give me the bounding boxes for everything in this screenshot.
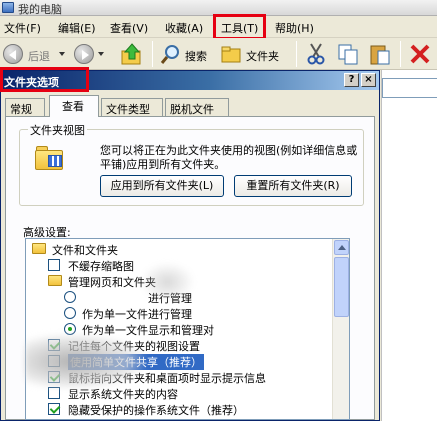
- hide-protected-os-files-checkbox[interactable]: [48, 403, 60, 415]
- folder-icon: [32, 243, 46, 254]
- up-folder-icon: [121, 43, 141, 65]
- menu-favorites[interactable]: 收藏(A): [165, 20, 203, 36]
- apply-to-all-folders-button[interactable]: 应用到所有文件夹(L): [100, 175, 224, 197]
- back-label: 后退: [28, 50, 50, 63]
- back-button[interactable]: 后退: [3, 42, 65, 66]
- menu-help[interactable]: 帮助(H): [275, 20, 314, 36]
- reset-all-folders-button[interactable]: 重置所有文件夹(R): [234, 175, 352, 197]
- delete-button[interactable]: [408, 42, 434, 66]
- folder-view-icon: [35, 146, 65, 170]
- window-title: 我的电脑: [18, 3, 62, 16]
- folder-icon: [48, 275, 62, 286]
- my-computer-icon: [2, 2, 14, 13]
- paste-icon: [370, 45, 390, 65]
- tab-file-types[interactable]: 文件类型: [101, 98, 163, 116]
- tab-view[interactable]: 查看: [49, 95, 99, 117]
- redacted-region: [25, 334, 145, 389]
- tab-offline-files[interactable]: 脱机文件: [165, 98, 229, 116]
- folder-views-description: 您可以将正在为此文件夹使用的视图(例如详细信息或平铺)应用到所有文件夹。: [100, 144, 358, 171]
- manage-pair-radio[interactable]: [64, 291, 76, 303]
- search-label: 搜索: [185, 50, 207, 63]
- forward-button[interactable]: [74, 42, 106, 66]
- forward-arrow-icon: [74, 44, 94, 64]
- toolbar: 后退 搜索 文件夹: [0, 38, 437, 70]
- delete-x-icon: [410, 44, 430, 64]
- toolbar-separator: [400, 41, 401, 67]
- back-arrow-icon: [3, 44, 23, 64]
- folder-views-group: 文件夹视图 您可以将正在为此文件夹使用的视图(例如详细信息或平铺)应用到所有文件…: [19, 122, 364, 206]
- paste-button[interactable]: [368, 42, 394, 66]
- list-scrollbar[interactable]: [332, 239, 349, 419]
- explorer-content-area: [381, 70, 437, 421]
- scroll-up-arrow-icon[interactable]: [334, 240, 349, 255]
- close-button[interactable]: ×: [361, 73, 376, 87]
- menu-edit[interactable]: 编辑(E): [58, 20, 96, 36]
- folder-views-title: 文件夹视图: [28, 122, 87, 138]
- dialog-title-highlight: [0, 67, 89, 92]
- manage-single-file-radio[interactable]: [64, 307, 76, 319]
- forward-dropdown-icon[interactable]: [98, 52, 104, 56]
- up-folder-button[interactable]: [120, 42, 146, 66]
- help-button[interactable]: ?: [344, 73, 359, 87]
- cut-button[interactable]: [304, 42, 330, 66]
- tools-menu-highlight: [213, 14, 266, 40]
- toolbar-separator: [152, 41, 153, 67]
- menu-file[interactable]: 文件(F): [4, 20, 41, 36]
- scissors-icon: [307, 43, 325, 65]
- search-icon: [160, 45, 179, 64]
- toolbar-separator: [296, 41, 297, 67]
- folders-icon: [221, 46, 241, 63]
- back-dropdown-icon[interactable]: [59, 52, 65, 56]
- folders-label: 文件夹: [246, 50, 279, 63]
- tab-general[interactable]: 常规: [5, 98, 45, 116]
- search-button[interactable]: 搜索: [160, 42, 214, 66]
- copy-icon: [338, 44, 358, 65]
- redacted-region: [140, 262, 195, 302]
- no-thumbnail-cache-checkbox[interactable]: [48, 259, 60, 271]
- scroll-thumb[interactable]: [334, 257, 349, 317]
- copy-button[interactable]: [336, 42, 362, 66]
- folders-button[interactable]: 文件夹: [220, 42, 288, 66]
- address-bar-fragment[interactable]: [382, 78, 437, 98]
- menu-view[interactable]: 查看(V): [110, 20, 148, 36]
